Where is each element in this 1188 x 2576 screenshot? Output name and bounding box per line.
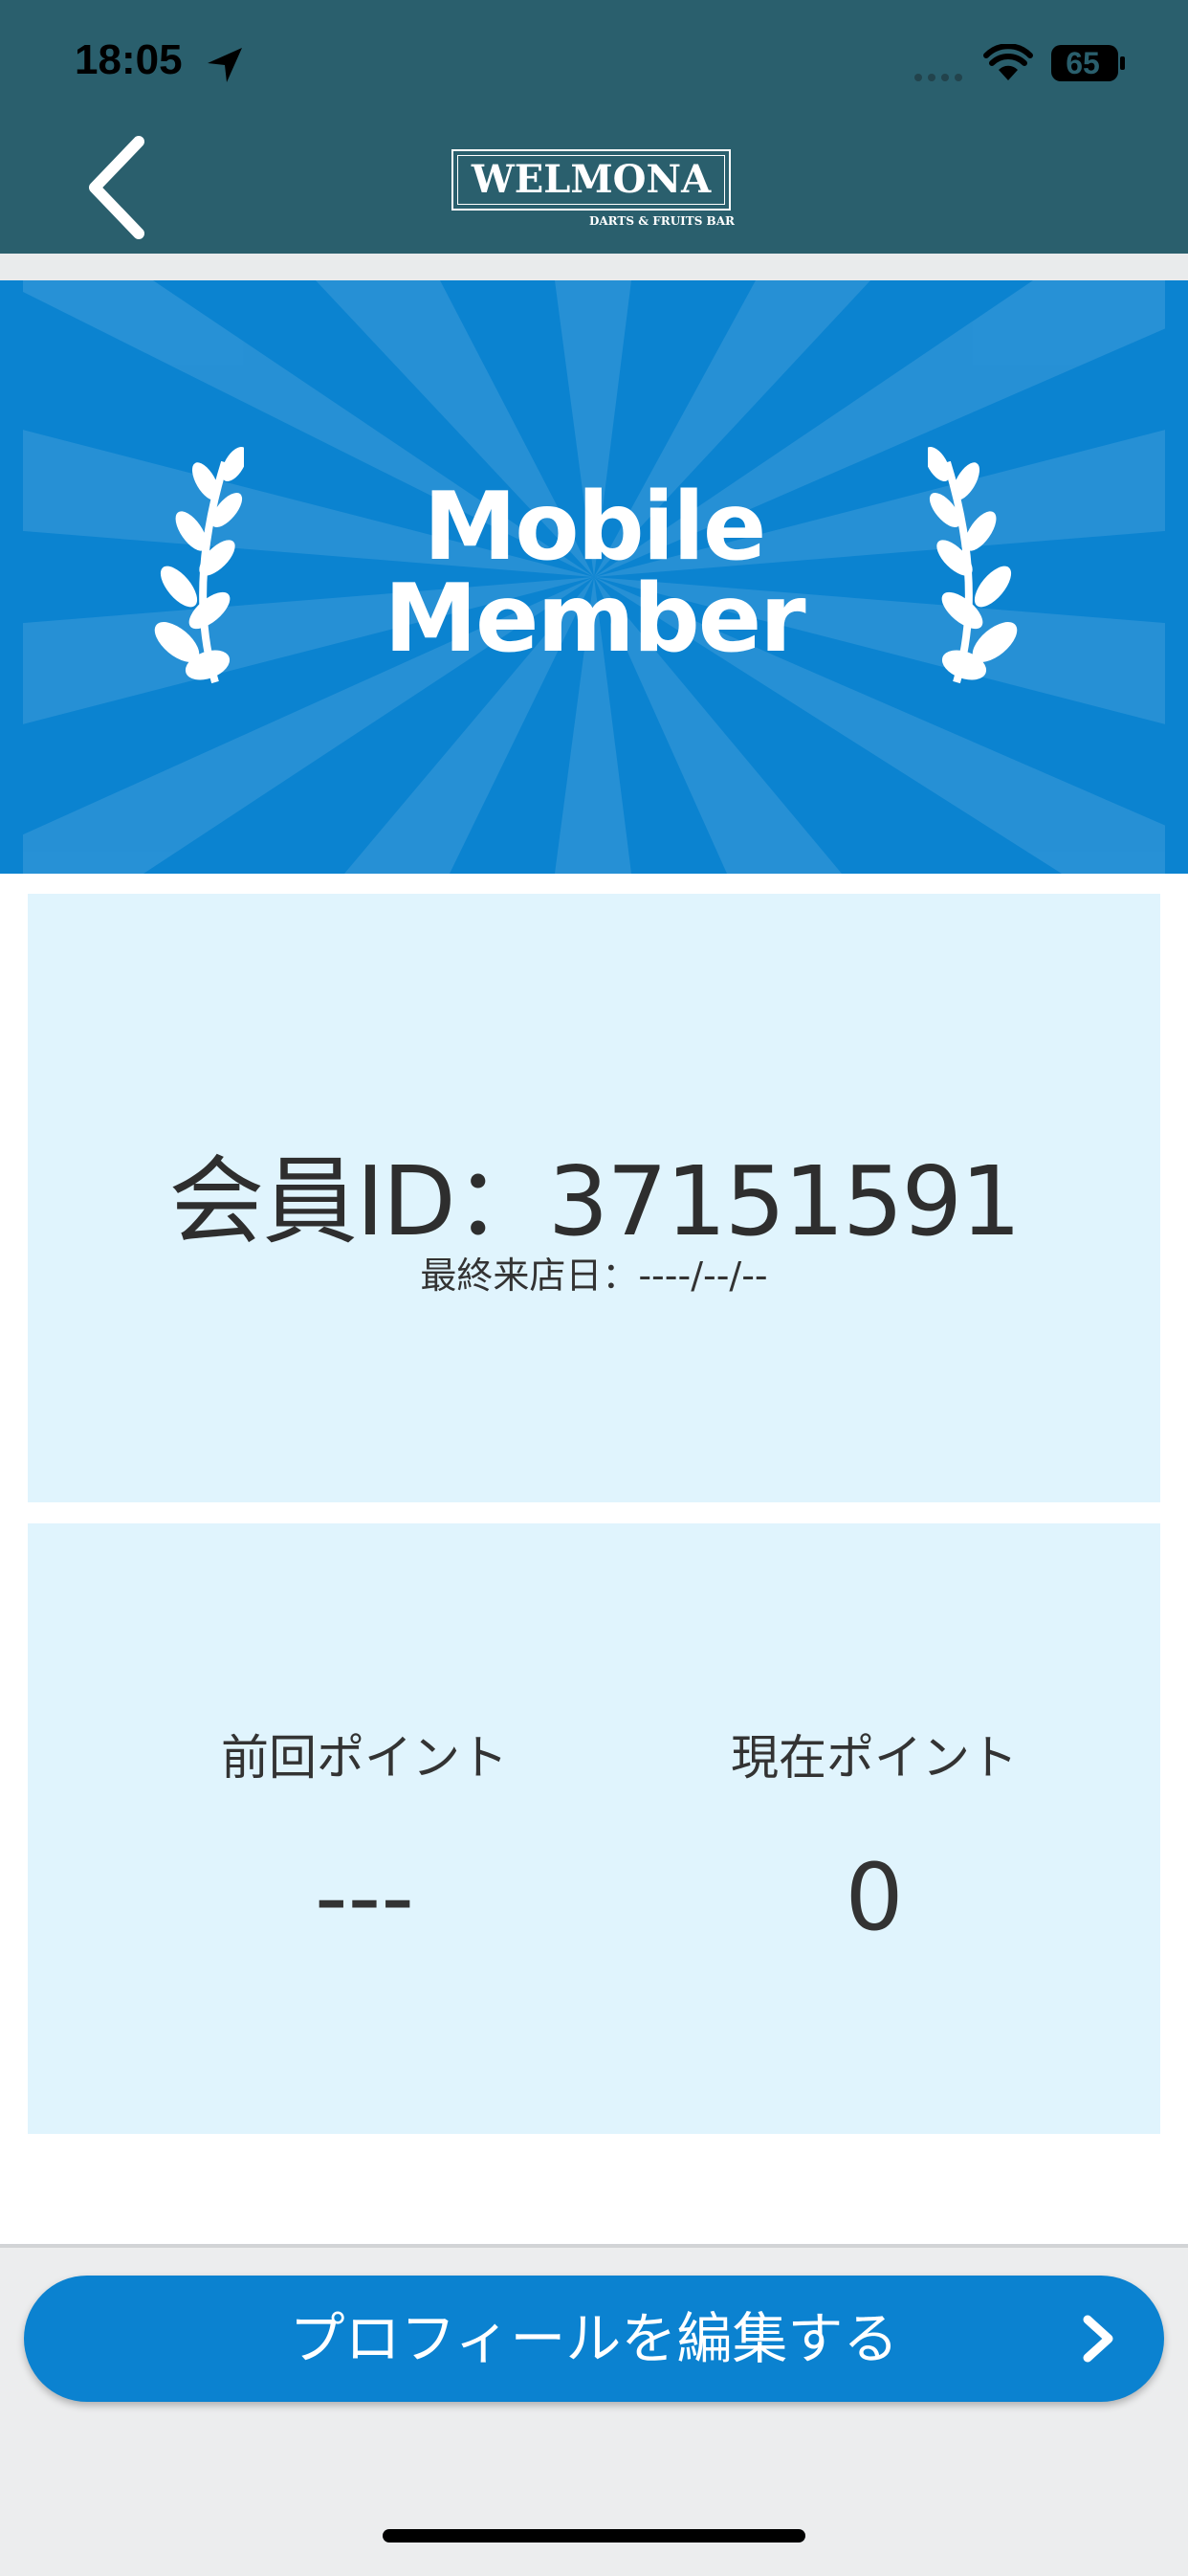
app-header: 18:05 65 WELMONA DARTS & FRUITS BAR <box>0 0 1188 254</box>
banner-title-line1: Mobile <box>423 473 767 582</box>
previous-points-value: --- <box>315 1844 414 1951</box>
header-divider <box>0 254 1188 280</box>
back-chevron-icon[interactable] <box>81 134 158 239</box>
logo-text: WELMONA <box>471 157 712 202</box>
banner-title-line2: Member <box>384 565 805 674</box>
battery-indicator: 65 <box>1050 44 1127 86</box>
chevron-right-icon <box>1083 2315 1113 2363</box>
home-indicator[interactable] <box>383 2529 805 2543</box>
logo-subtext: DARTS & FRUITS BAR <box>588 214 735 228</box>
points-card: 前回ポイント --- 現在ポイント 0 <box>28 1523 1160 2134</box>
location-arrow-icon <box>208 48 242 82</box>
member-id-card: 会員ID：37151591 最終来店日：----/--/-- <box>28 894 1160 1502</box>
member-id: 会員ID：37151591 <box>168 1145 1021 1257</box>
battery-level: 65 <box>1066 46 1100 80</box>
edit-profile-button[interactable]: プロフィールを編集する <box>24 2276 1164 2402</box>
previous-points-label: 前回ポイント <box>221 1730 508 1786</box>
status-time: 18:05 <box>75 36 183 83</box>
cellular-signal-icon <box>914 74 962 81</box>
edit-profile-label: プロフィールを編集する <box>289 2306 899 2371</box>
current-points-label: 現在ポイント <box>731 1730 1018 1786</box>
banner-title: Mobile Member <box>0 473 1188 674</box>
welmona-logo: WELMONA DARTS & FRUITS BAR <box>451 149 735 232</box>
last-visit-date: 最終来店日：----/--/-- <box>420 1255 768 1297</box>
mobile-member-banner: Mobile Member <box>0 280 1188 874</box>
current-points-value: 0 <box>845 1844 904 1951</box>
wifi-icon <box>983 44 1033 80</box>
